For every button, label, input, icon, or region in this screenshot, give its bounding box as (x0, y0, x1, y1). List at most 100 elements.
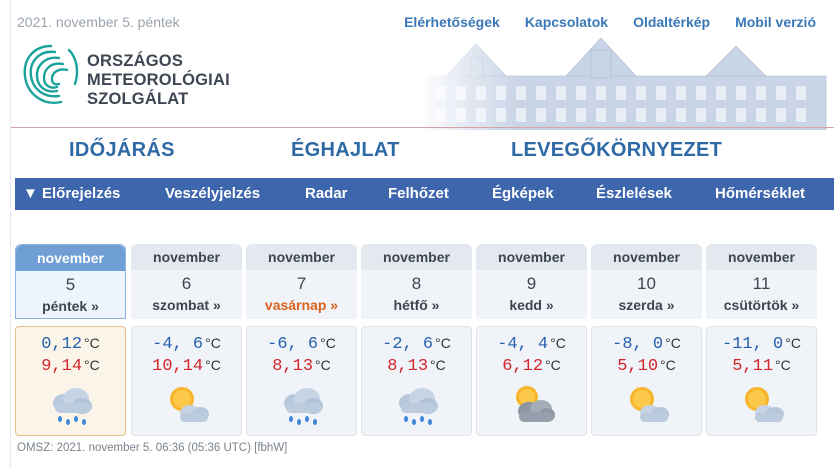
max-temp: 8,13 (387, 357, 429, 376)
day-header: november 10 szerda » (591, 244, 702, 319)
day-body: -11, 0 °C 5,11 °C (706, 326, 817, 436)
update-footer: OMSZ: 2021. november 5. 06:36 (05:36 UTC… (17, 442, 288, 454)
day-card[interactable]: november 11 csütörtök » -11, 0 °C 5,11 °C (706, 244, 817, 436)
subnav-forecast[interactable]: ▼ Előrejelzés (23, 185, 120, 202)
day-body: -6, 6 °C 8,13 °C (246, 326, 357, 436)
subnav-clouds[interactable]: Felhőzet (388, 185, 449, 202)
subnav-temperature[interactable]: Hőmérséklet (715, 185, 805, 202)
top-links: Elérhetőségek Kapcsolatok Oldaltérkép Mo… (404, 14, 816, 30)
day-header: november 5 péntek » (15, 244, 126, 319)
header-divider (11, 127, 834, 128)
temp-unit: °C (545, 357, 561, 373)
day-card[interactable]: november 7 vasárnap » -6, 6 °C 8,13 °C (246, 244, 357, 436)
day-number: 10 (637, 274, 656, 293)
temp-unit: °C (665, 335, 681, 351)
min-temp-row: -2, 6 °C (362, 335, 471, 354)
nav-climate[interactable]: ÉGHAJLAT (291, 139, 400, 162)
day-number: 5 (65, 275, 76, 294)
min-temp: -4, 6 (152, 335, 204, 354)
min-temp-row: -4, 6 °C (132, 335, 241, 354)
nav-weather[interactable]: IDŐJÁRÁS (69, 139, 175, 162)
nav-air-environment[interactable]: LEVEGŐKÖRNYEZET (511, 139, 722, 162)
current-date: 2021. november 5. péntek (17, 14, 180, 30)
min-temp: -8, 0 (612, 335, 664, 354)
link-connections[interactable]: Kapcsolatok (525, 14, 608, 30)
temp-unit: °C (205, 335, 221, 351)
day-month: november (706, 244, 817, 270)
subnav-radar[interactable]: Radar (305, 185, 348, 202)
day-weekday-link[interactable]: vasárnap » (265, 297, 338, 313)
day-weekday: vasárnap » (246, 297, 357, 313)
day-card[interactable]: november 6 szombat » -4, 6 °C 10,14 °C (131, 244, 242, 436)
min-temp-row: 0,12 °C (16, 335, 125, 354)
day-header: november 9 kedd » (476, 244, 587, 319)
day-month: november (361, 244, 472, 270)
day-body: -8, 0 °C 5,10 °C (591, 326, 702, 436)
logo-text: ORSZÁGOS METEOROLÓGIAI SZOLGÁLAT (87, 52, 230, 109)
day-weekday-link[interactable]: szerda » (618, 297, 674, 313)
day-weekday: péntek » (16, 298, 125, 314)
day-header: november 8 hétfő » (361, 244, 472, 319)
temp-unit: °C (84, 335, 100, 351)
day-number: 6 (181, 274, 192, 293)
day-card[interactable]: november 9 kedd » -4, 4 °C 6,12 °C (476, 244, 587, 436)
subnav-observations[interactable]: Észlelések (596, 185, 672, 202)
day-weekday-link[interactable]: csütörtök » (724, 297, 799, 313)
building-banner (416, 36, 830, 130)
max-temp: 8,13 (272, 357, 314, 376)
min-temp-row: -8, 0 °C (592, 335, 701, 354)
day-body: -4, 6 °C 10,14 °C (131, 326, 242, 436)
rain-cloud-icon (399, 388, 438, 425)
link-mobile-version[interactable]: Mobil verzió (735, 14, 816, 30)
temp-unit: °C (550, 335, 566, 351)
day-card[interactable]: november 10 szerda » -8, 0 °C 5,10 °C (591, 244, 702, 436)
day-weekday-link[interactable]: hétfő » (394, 297, 440, 313)
max-temp: 5,11 (732, 357, 774, 376)
subnav-warnings[interactable]: Veszélyjelzés (165, 185, 260, 202)
temp-unit: °C (660, 357, 676, 373)
day-month: november (476, 244, 587, 270)
day-weekday: hétfő » (361, 297, 472, 313)
day-number: 7 (296, 274, 307, 293)
day-header: november 11 csütörtök » (706, 244, 817, 319)
max-temp: 9,14 (41, 357, 83, 376)
day-body: -2, 6 °C 8,13 °C (361, 326, 472, 436)
logo-line-2: METEOROLÓGIAI (87, 71, 230, 89)
link-contacts[interactable]: Elérhetőségek (404, 14, 500, 30)
day-weekday-link[interactable]: kedd » (509, 297, 553, 313)
sun-cloud-icon (745, 387, 784, 422)
day-month: november (131, 244, 242, 270)
logo-line-1: ORSZÁGOS (87, 52, 184, 70)
max-temp: 5,10 (617, 357, 659, 376)
subnav-sky-images[interactable]: Égképek (492, 185, 554, 202)
logo-swirl-icon (23, 44, 79, 104)
day-weekday: kedd » (476, 297, 587, 313)
link-sitemap[interactable]: Oldaltérkép (633, 14, 710, 30)
main-nav: IDŐJÁRÁS ÉGHAJLAT LEVEGŐKÖRNYEZET (11, 134, 834, 174)
temp-unit: °C (430, 357, 446, 373)
day-card[interactable]: november 5 péntek » 0,12 °C 9,14 °C (15, 244, 126, 436)
min-temp: 0,12 (41, 335, 83, 354)
day-month: november (591, 244, 702, 270)
max-temp: 10,14 (152, 357, 204, 376)
day-header: november 7 vasárnap » (246, 244, 357, 319)
temp-unit: °C (315, 357, 331, 373)
day-weekday-link[interactable]: szombat » (152, 297, 220, 313)
sun-dark-cloud-icon (516, 386, 555, 422)
day-card[interactable]: november 8 hétfő » -2, 6 °C 8,13 °C (361, 244, 472, 436)
day-month: november (16, 245, 125, 271)
day-body: -4, 4 °C 6,12 °C (476, 326, 587, 436)
min-temp-row: -6, 6 °C (247, 335, 356, 354)
min-temp: -6, 6 (267, 335, 319, 354)
logo-line-3: SZOLGÁLAT (87, 90, 189, 108)
temp-unit: °C (320, 335, 336, 351)
temp-unit: °C (84, 357, 100, 373)
omsz-logo[interactable]: ORSZÁGOS METEOROLÓGIAI SZOLGÁLAT (19, 40, 249, 112)
max-temp-row: 9,14 °C (16, 357, 125, 376)
day-weekday-link[interactable]: péntek » (42, 298, 99, 314)
day-header: november 6 szombat » (131, 244, 242, 319)
max-temp: 6,12 (502, 357, 544, 376)
max-temp-row: 8,13 °C (362, 357, 471, 376)
rain-cloud-icon (53, 388, 92, 425)
day-number: 11 (752, 274, 771, 293)
